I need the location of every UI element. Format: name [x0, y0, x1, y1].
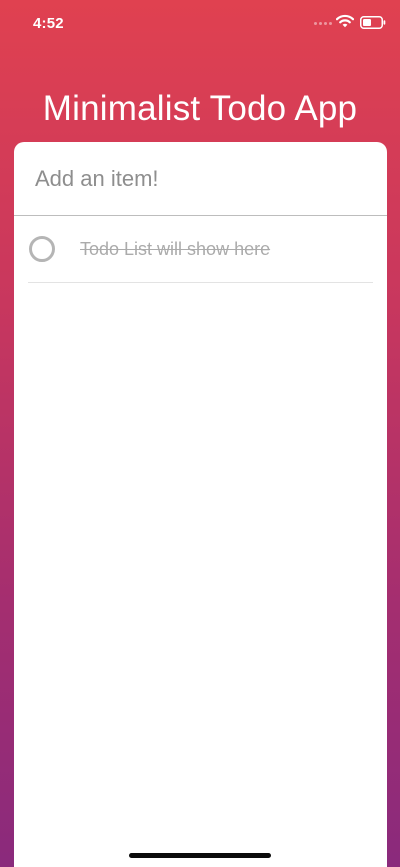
todo-item[interactable]: Todo List will show here: [28, 216, 373, 283]
todo-list: Todo List will show here: [14, 216, 387, 283]
todo-text: Todo List will show here: [80, 238, 271, 259]
app-title: Minimalist Todo App: [42, 89, 358, 129]
todo-card: Todo List will show here: [14, 142, 387, 867]
add-item-input[interactable]: [14, 142, 387, 216]
signal-dots-icon: [314, 22, 332, 25]
status-bar: 4:52: [0, 0, 400, 48]
battery-icon: [360, 16, 386, 29]
home-indicator[interactable]: [129, 853, 271, 858]
status-time: 4:52: [33, 15, 64, 32]
todo-checkbox-icon[interactable]: [29, 236, 55, 262]
wifi-icon: [336, 14, 354, 28]
